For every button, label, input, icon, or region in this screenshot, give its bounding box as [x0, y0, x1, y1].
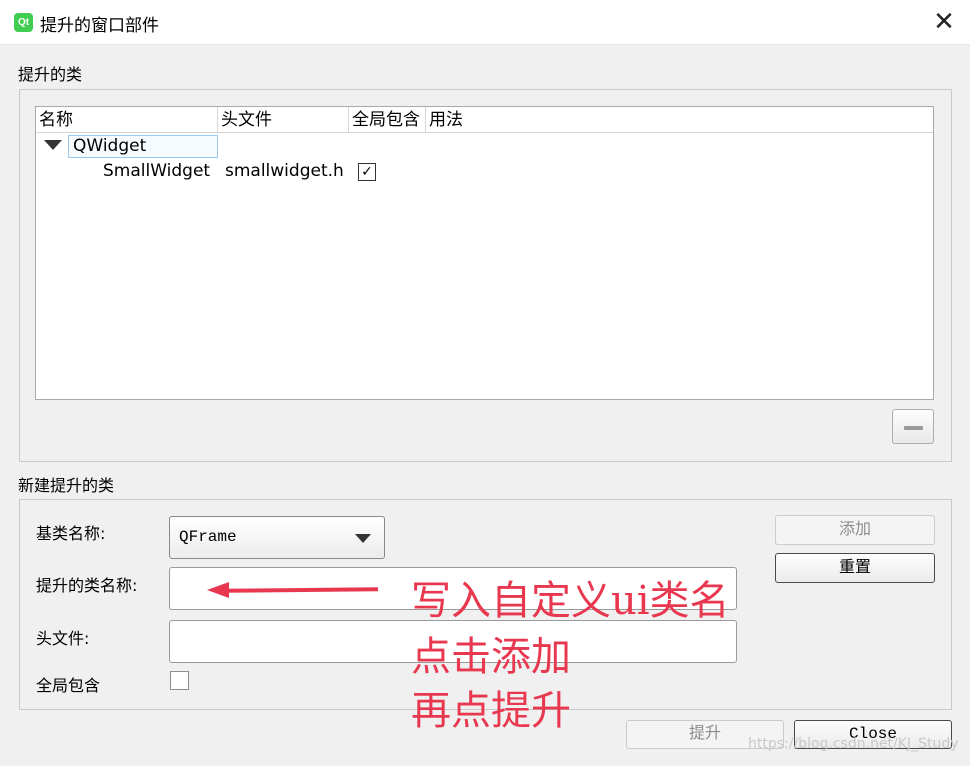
- column-header-name[interactable]: 名称: [36, 107, 218, 133]
- header-file-label: 头文件:: [36, 629, 90, 648]
- annotation-line-1: 写入自定义ui类名: [411, 578, 730, 624]
- base-class-label: 基类名称:: [36, 524, 106, 543]
- reset-button[interactable]: 重置: [775, 553, 935, 583]
- new-promoted-class-label: 新建提升的类: [18, 476, 115, 495]
- close-icon[interactable]: ✕: [926, 6, 962, 38]
- base-class-combobox[interactable]: QFrame: [169, 516, 385, 559]
- minus-icon: [904, 426, 923, 430]
- remove-class-button[interactable]: [892, 409, 934, 444]
- tree-item-child-name[interactable]: SmallWidget: [103, 161, 210, 181]
- promoted-class-name-label: 提升的类名称:: [36, 576, 138, 595]
- add-button[interactable]: 添加: [775, 515, 935, 545]
- promoted-classes-tree[interactable]: 名称 头文件 全局包含 用法 QWidget SmallWidget small…: [35, 106, 934, 400]
- annotation-line-3: 再点提升: [411, 688, 571, 734]
- global-include-label: 全局包含: [36, 676, 101, 695]
- annotation-line-2: 点击添加: [411, 634, 571, 680]
- column-header-usage[interactable]: 用法: [426, 107, 933, 133]
- watermark: https://blog.csdn.net/KJ_Study: [748, 736, 959, 752]
- global-include-checkbox[interactable]: ✓: [358, 163, 376, 181]
- title-bar: Qt 提升的窗口部件 ✕: [0, 0, 970, 45]
- tree-header: 名称 头文件 全局包含 用法: [36, 107, 933, 133]
- tree-item-child-header: smallwidget.h: [225, 161, 344, 181]
- qt-app-icon: Qt: [14, 13, 33, 32]
- base-class-value: QFrame: [179, 528, 237, 546]
- global-include-new-checkbox[interactable]: [170, 671, 189, 690]
- annotation-arrow-icon: [207, 582, 229, 598]
- chevron-down-icon: [355, 534, 371, 543]
- column-header-header-file[interactable]: 头文件: [218, 107, 349, 133]
- expand-arrow-icon[interactable]: [44, 140, 62, 150]
- tree-item-base-class[interactable]: QWidget: [68, 135, 218, 158]
- column-header-global-include[interactable]: 全局包含: [349, 107, 426, 133]
- promoted-classes-label: 提升的类: [18, 65, 83, 84]
- window-title: 提升的窗口部件: [40, 16, 159, 36]
